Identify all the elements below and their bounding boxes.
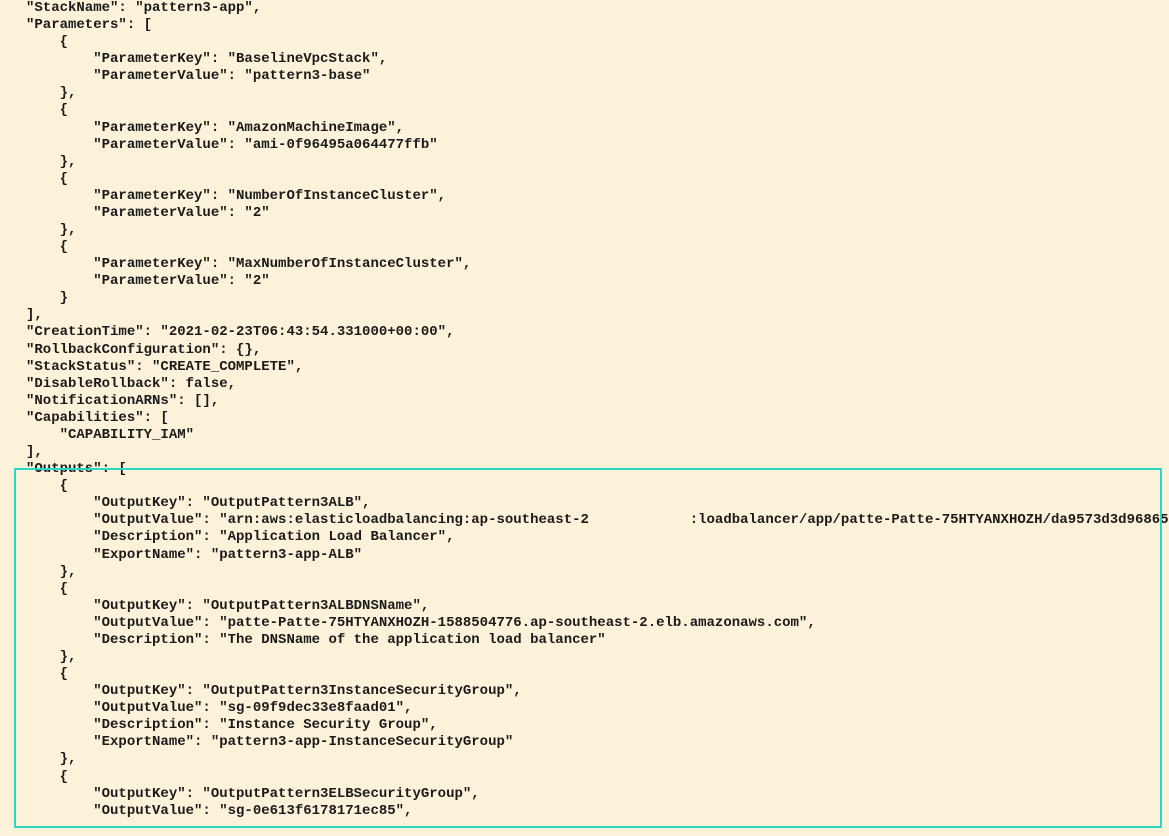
code-line: ], (26, 444, 1169, 461)
code-line: { (26, 769, 1169, 786)
code-line: "NotificationARNs": [], (26, 393, 1169, 410)
code-line: "ExportName": "pattern3-app-ALB" (26, 547, 1169, 564)
code-line: }, (26, 154, 1169, 171)
code-line: "StackStatus": "CREATE_COMPLETE", (26, 359, 1169, 376)
code-line: "Capabilities": [ (26, 410, 1169, 427)
code-line: }, (26, 564, 1169, 581)
code-line: "OutputValue": "sg-09f9dec33e8faad01", (26, 700, 1169, 717)
code-line: "OutputValue": "arn:aws:elasticloadbalan… (26, 512, 1169, 529)
code-line: "ParameterKey": "NumberOfInstanceCluster… (26, 188, 1169, 205)
code-line: }, (26, 751, 1169, 768)
code-line: { (26, 171, 1169, 188)
code-line: "StackName": "pattern3-app", (26, 0, 1169, 17)
code-line: "ParameterKey": "BaselineVpcStack", (26, 51, 1169, 68)
code-line: "Outputs": [ (26, 461, 1169, 478)
code-line: "ParameterValue": "ami-0f96495a064477ffb… (26, 137, 1169, 154)
code-line: } (26, 290, 1169, 307)
code-line: "CreationTime": "2021-02-23T06:43:54.331… (26, 324, 1169, 341)
code-line: { (26, 102, 1169, 119)
code-line: { (26, 478, 1169, 495)
code-line: }, (26, 85, 1169, 102)
code-line: }, (26, 222, 1169, 239)
code-line: "Description": "Application Load Balance… (26, 529, 1169, 546)
code-line: "Description": "Instance Security Group"… (26, 717, 1169, 734)
code-line: { (26, 581, 1169, 598)
code-line: "ParameterKey": "AmazonMachineImage", (26, 120, 1169, 137)
code-line: { (26, 666, 1169, 683)
code-line: "OutputValue": "sg-0e613f6178171ec85", (26, 803, 1169, 820)
code-line: "ExportName": "pattern3-app-InstanceSecu… (26, 734, 1169, 751)
code-line: "OutputKey": "OutputPattern3ALBDNSName", (26, 598, 1169, 615)
code-line: "RollbackConfiguration": {}, (26, 342, 1169, 359)
code-line: "ParameterValue": "pattern3-base" (26, 68, 1169, 85)
json-code-block: "StackName": "pattern3-app","Parameters"… (0, 0, 1169, 820)
code-line: { (26, 34, 1169, 51)
code-line: ], (26, 307, 1169, 324)
code-line: "Parameters": [ (26, 17, 1169, 34)
code-line: "ParameterValue": "2" (26, 205, 1169, 222)
code-line: "DisableRollback": false, (26, 376, 1169, 393)
code-line: { (26, 239, 1169, 256)
code-line: "CAPABILITY_IAM" (26, 427, 1169, 444)
code-line: "Description": "The DNSName of the appli… (26, 632, 1169, 649)
code-line: }, (26, 649, 1169, 666)
code-line: "OutputKey": "OutputPattern3ALB", (26, 495, 1169, 512)
code-line: "OutputKey": "OutputPattern3InstanceSecu… (26, 683, 1169, 700)
code-line: "OutputValue": "patte-Patte-75HTYANXHOZH… (26, 615, 1169, 632)
code-line: "ParameterValue": "2" (26, 273, 1169, 290)
code-line: "ParameterKey": "MaxNumberOfInstanceClus… (26, 256, 1169, 273)
code-line: "OutputKey": "OutputPattern3ELBSecurityG… (26, 786, 1169, 803)
